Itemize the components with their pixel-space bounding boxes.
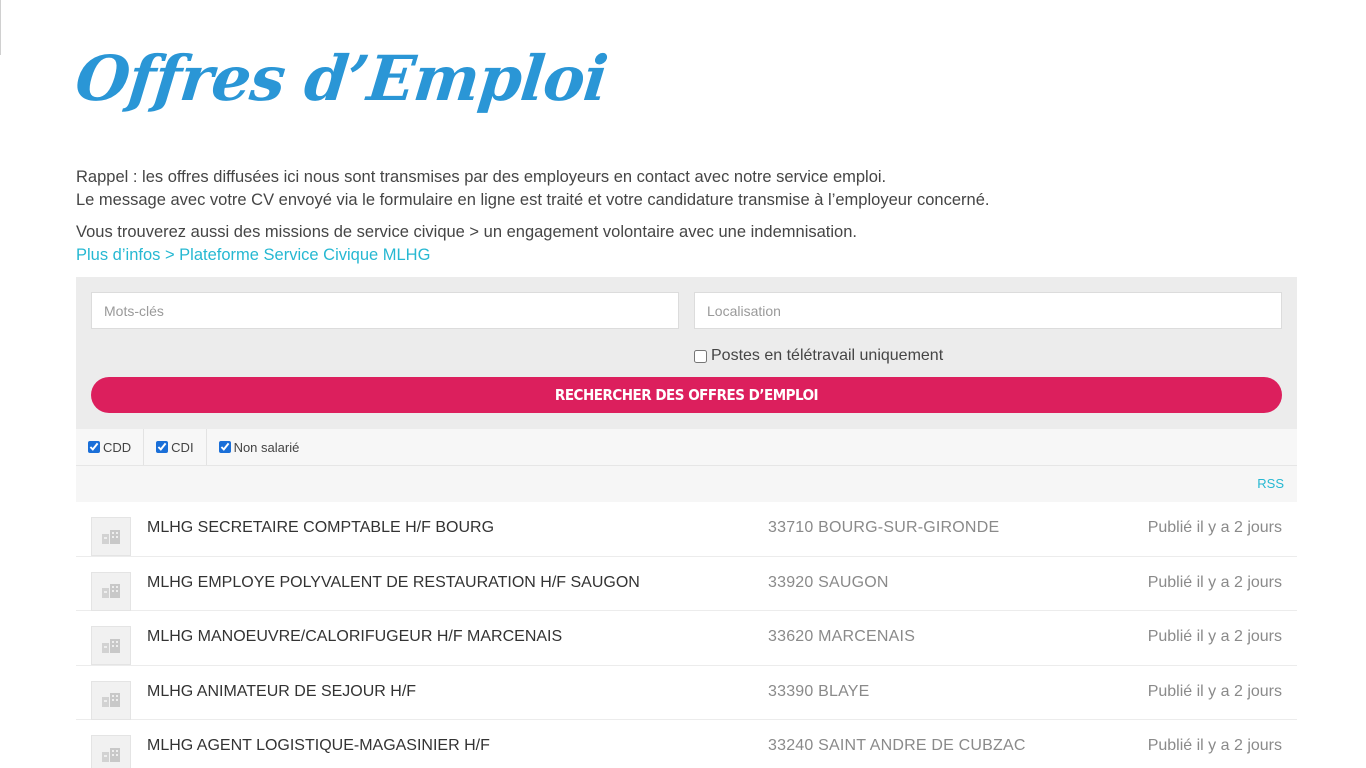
intro-text: Rappel : les offres diffusées ici nous s… — [76, 166, 1296, 267]
job-list: MLHG SECRETAIRE COMPTABLE H/F BOURG 3371… — [76, 502, 1297, 768]
job-location: 33920 SAUGON — [768, 573, 889, 591]
job-location: 33240 SAINT ANDRE DE CUBZAC — [768, 737, 1026, 754]
building-icon — [91, 735, 131, 768]
building-icon — [91, 571, 131, 611]
job-title[interactable]: MLHG EMPLOYE POLYVALENT DE RESTAURATION … — [147, 574, 640, 592]
job-type-cdd-checkbox[interactable] — [88, 441, 100, 453]
job-listing-item[interactable]: MLHG AGENT LOGISTIQUE-MAGASINIER H/F 332… — [76, 720, 1297, 768]
page-title: Offres d’Emploi — [72, 42, 611, 115]
job-date: Publié il y a 2 jours — [1147, 737, 1282, 754]
intro-line-2: Le message avec votre CV envoyé via le f… — [76, 191, 990, 209]
job-type-filters: CDD CDI Non salarié — [76, 429, 1297, 466]
job-type-non-salarie-label: Non salarié — [233, 439, 300, 455]
job-type-non-salarie-checkbox[interactable] — [218, 441, 231, 453]
job-date: Publié il y a 2 jours — [1147, 573, 1282, 591]
building-icon — [91, 626, 131, 665]
rss-bar: RSS — [76, 466, 1297, 502]
building-icon — [91, 680, 131, 720]
job-date: Publié il y a 2 jours — [1147, 519, 1282, 536]
job-location: 33620 MARCENAIS — [768, 628, 916, 645]
location-input[interactable] — [694, 292, 1282, 329]
job-location: 33710 BOURG-SUR-GIRONDE — [768, 519, 1000, 536]
job-type-cdi-checkbox[interactable] — [156, 441, 169, 453]
job-listing-item[interactable]: MLHG EMPLOYE POLYVALENT DE RESTAURATION … — [76, 557, 1297, 611]
remote-only-option[interactable]: Postes en télétravail uniquement — [694, 347, 943, 365]
job-title[interactable]: MLHG ANIMATEUR DE SEJOUR H/F — [147, 683, 416, 701]
search-jobs-button[interactable]: Rechercher des offres d’emploi — [91, 377, 1282, 413]
building-icon — [91, 517, 131, 556]
job-listing-item[interactable]: MLHG ANIMATEUR DE SEJOUR H/F 33390 BLAYE… — [76, 666, 1297, 720]
job-title[interactable]: MLHG SECRETAIRE COMPTABLE H/F BOURG — [147, 519, 494, 537]
search-form: Postes en télétravail uniquement Recherc… — [76, 277, 1297, 429]
job-date: Publié il y a 2 jours — [1147, 682, 1282, 700]
job-type-cdd-label: CDD — [103, 439, 132, 455]
job-listing-item[interactable]: MLHG SECRETAIRE COMPTABLE H/F BOURG 3371… — [76, 502, 1297, 557]
job-type-non-salarie[interactable]: Non salarié — [207, 429, 312, 465]
remote-only-checkbox[interactable] — [694, 349, 707, 363]
job-location: 33390 BLAYE — [768, 682, 870, 700]
remote-only-label: Postes en télétravail uniquement — [711, 347, 944, 364]
left-edge-divider — [0, 0, 1, 55]
intro-line-3: Vous trouverez aussi des missions de ser… — [76, 223, 857, 241]
job-title[interactable]: MLHG AGENT LOGISTIQUE-MAGASINIER H/F — [147, 737, 490, 755]
intro-line-1: Rappel : les offres diffusées ici nous s… — [76, 168, 887, 186]
job-type-cdi-label: CDI — [171, 439, 194, 455]
job-listing-item[interactable]: MLHG MANOEUVRE/CALORIFUGEUR H/F MARCENAI… — [76, 611, 1297, 666]
job-date: Publié il y a 2 jours — [1147, 628, 1282, 645]
job-title[interactable]: MLHG MANOEUVRE/CALORIFUGEUR H/F MARCENAI… — [147, 628, 562, 646]
keywords-input[interactable] — [91, 292, 679, 329]
rss-link[interactable]: RSS — [1257, 476, 1284, 491]
job-type-cdi[interactable]: CDI — [144, 429, 207, 465]
service-civique-link[interactable]: Plus d’infos > Plateforme Service Civiqu… — [76, 246, 430, 264]
job-type-cdd[interactable]: CDD — [76, 429, 145, 465]
